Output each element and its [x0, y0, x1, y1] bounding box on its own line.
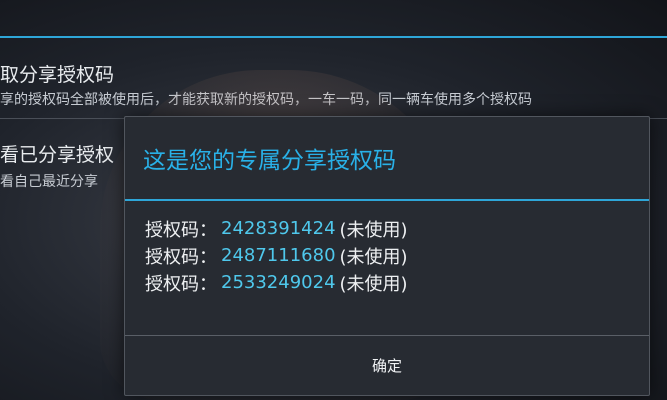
header-divider [0, 36, 667, 38]
get-share-code-item-subtitle: 享的授权码全部被使用后，才能获取新的授权码，一车一码，同一辆车使用多个授权码 [0, 92, 532, 108]
view-shared-code-item-title[interactable]: 看已分享授权 [0, 140, 114, 167]
code-label: 授权码： [145, 219, 217, 241]
dialog-title: 这是您的专属分享授权码 [143, 148, 396, 174]
code-status: (未使用) [339, 219, 408, 241]
code-value: 2487111680 [221, 245, 336, 266]
code-value: 2533249024 [221, 272, 336, 293]
code-row: 授权码： 2533249024 (未使用) [145, 269, 408, 296]
code-status: (未使用) [339, 246, 408, 268]
get-share-code-item-title[interactable]: 取分享授权码 [0, 60, 114, 87]
code-value: 2428391424 [221, 218, 336, 239]
code-list: 授权码： 2428391424 (未使用) 授权码： 2487111680 (未… [145, 215, 408, 296]
share-code-dialog: 这是您的专属分享授权码 授权码： 2428391424 (未使用) 授权码： 2… [124, 116, 650, 396]
code-label: 授权码： [145, 273, 217, 295]
code-label: 授权码： [145, 246, 217, 268]
dialog-title-divider [125, 199, 649, 201]
code-status: (未使用) [339, 273, 408, 295]
code-row: 授权码： 2428391424 (未使用) [145, 215, 408, 242]
confirm-button[interactable]: 确定 [125, 336, 649, 394]
view-shared-code-item-subtitle: 看自己最近分享 [0, 174, 98, 190]
code-row: 授权码： 2487111680 (未使用) [145, 242, 408, 269]
